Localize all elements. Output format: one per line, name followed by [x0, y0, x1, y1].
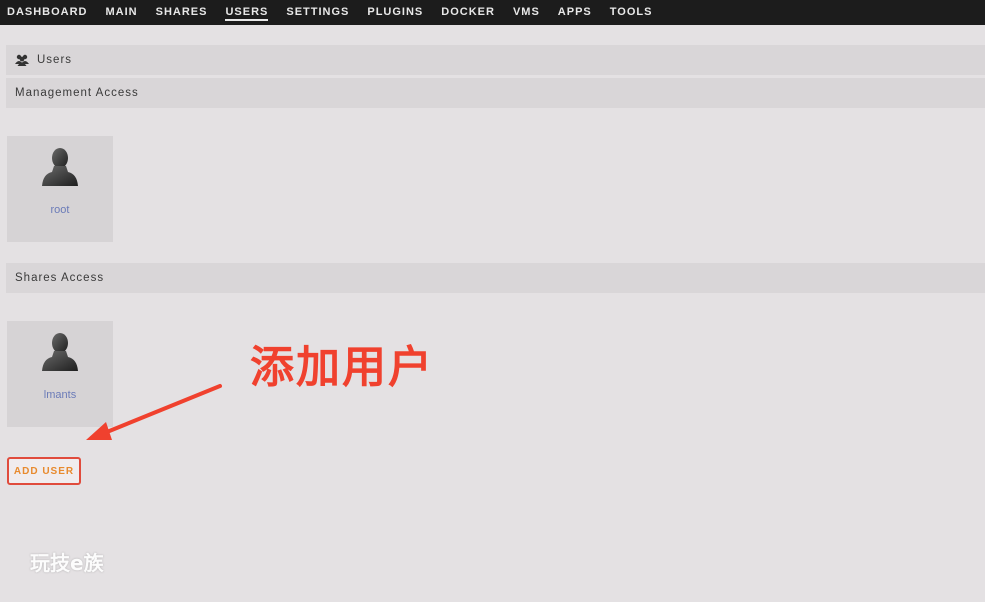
shares-access-heading: Shares Access — [6, 263, 985, 293]
nav-users[interactable]: USERS — [225, 0, 269, 25]
user-avatar-icon — [42, 333, 78, 371]
top-navigation: DASHBOARD MAIN SHARES USERS SETTINGS PLU… — [0, 0, 985, 25]
nav-tools[interactable]: TOOLS — [610, 0, 653, 25]
nav-shares[interactable]: SHARES — [156, 0, 208, 25]
user-name[interactable]: root — [7, 204, 113, 216]
nav-vms[interactable]: VMS — [513, 0, 540, 25]
nav-plugins[interactable]: PLUGINS — [367, 0, 423, 25]
nav-docker[interactable]: DOCKER — [441, 0, 495, 25]
user-tile-root[interactable]: root — [7, 136, 113, 242]
nav-settings[interactable]: SETTINGS — [286, 0, 349, 25]
annotation-label: 添加用户 — [250, 342, 434, 393]
management-access-label: Management Access — [15, 87, 139, 99]
nav-apps[interactable]: APPS — [558, 0, 592, 25]
user-avatar-icon — [42, 148, 78, 186]
management-access-heading: Management Access — [6, 78, 985, 108]
page-title: Users — [37, 54, 73, 66]
users-title-bar: Users — [6, 45, 985, 75]
users-icon — [15, 54, 29, 66]
shares-access-label: Shares Access — [15, 272, 105, 284]
nav-main[interactable]: MAIN — [106, 0, 138, 25]
annotation-arrow-icon — [86, 384, 222, 440]
nav-dashboard[interactable]: DASHBOARD — [7, 0, 88, 25]
watermark: 玩技e族 — [30, 551, 104, 575]
add-user-button[interactable]: ADD USER — [7, 457, 81, 485]
